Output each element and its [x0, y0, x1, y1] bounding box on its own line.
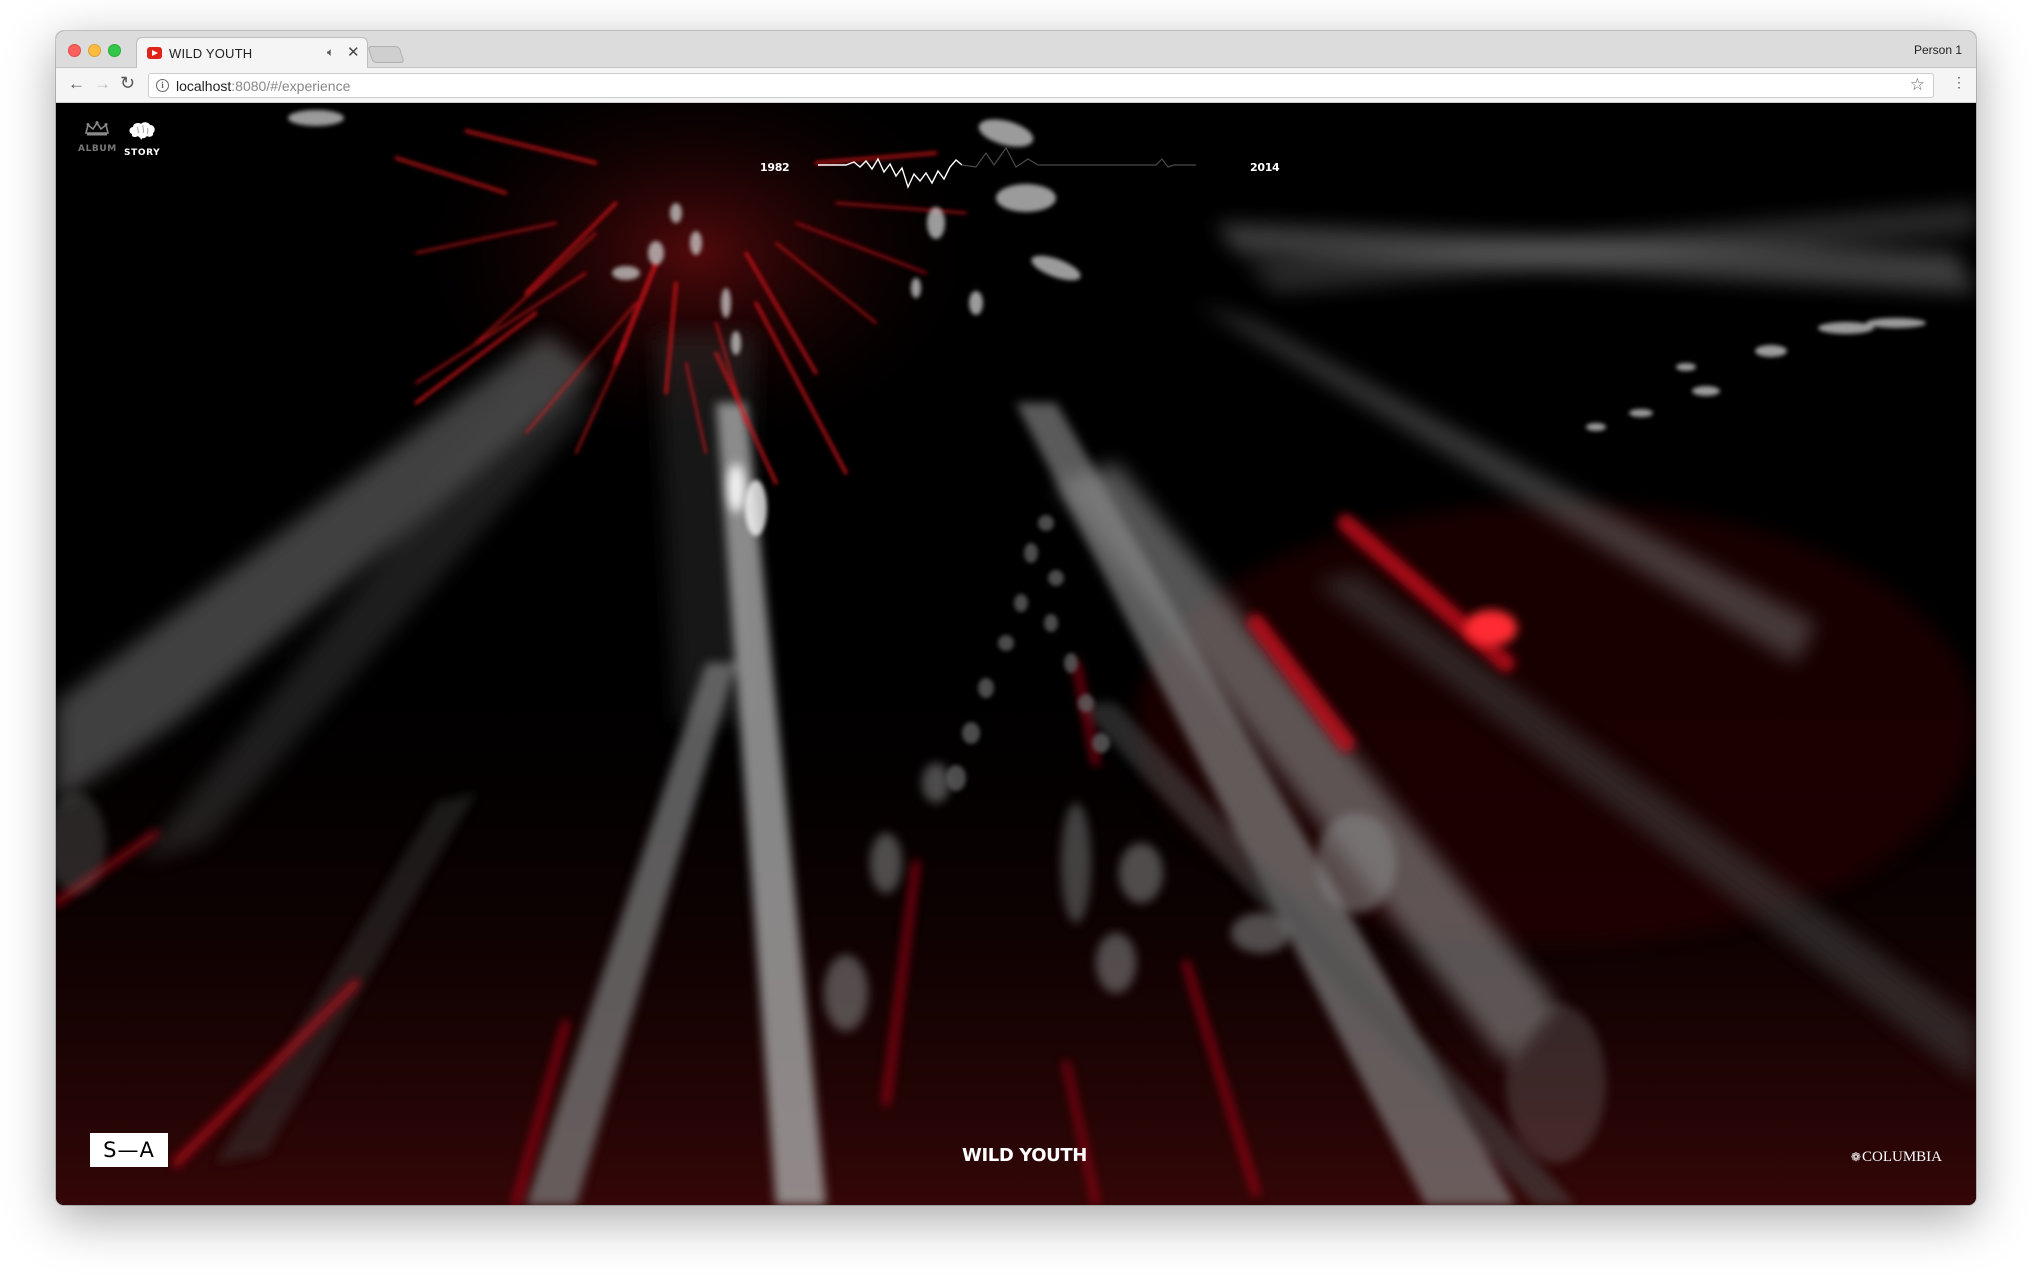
nav-story-label: STORY: [124, 148, 161, 158]
tab-strip: WILD YOUTH 🔈︎ ✕ Person 1: [56, 31, 1976, 69]
menu-dots-icon[interactable]: ⋮: [1952, 75, 1966, 89]
sa-logo[interactable]: S—A: [90, 1133, 168, 1167]
forward-arrow-icon[interactable]: →: [94, 74, 111, 94]
bookmark-star-icon[interactable]: ☆: [1910, 75, 1925, 95]
tab-title: WILD YOUTH: [169, 46, 253, 61]
brain-icon: [129, 122, 155, 140]
tab-wild-youth[interactable]: WILD YOUTH 🔈︎ ✕: [136, 37, 368, 69]
browser-toolbar: ← → ↻ i localhost:8080/#/experience ☆ ⋮: [56, 68, 1976, 103]
reload-icon[interactable]: ↻: [120, 73, 135, 94]
minimize-window-button[interactable]: [88, 44, 101, 57]
browser-window: WILD YOUTH 🔈︎ ✕ Person 1 ← → ↻ i localho…: [56, 31, 1976, 1205]
address-bar[interactable]: i localhost:8080/#/experience ☆: [148, 73, 1934, 98]
youtube-favicon-icon: [147, 47, 162, 59]
crown-icon: [85, 121, 110, 136]
close-tab-icon[interactable]: ✕: [347, 43, 360, 61]
columbia-logo[interactable]: ❁COLUMBIA: [1851, 1149, 1942, 1166]
close-window-button[interactable]: [68, 44, 81, 57]
nav-story[interactable]: STORY: [124, 121, 160, 158]
speaker-icon[interactable]: 🔈︎: [327, 45, 334, 60]
new-tab-button[interactable]: [367, 46, 405, 63]
profile-button[interactable]: Person 1: [1914, 43, 1962, 57]
columbia-logo-icon: ❁: [1850, 1150, 1861, 1164]
info-icon[interactable]: i: [156, 79, 169, 92]
timeline-end-year: 2014: [1250, 161, 1280, 174]
timeline-start-year: 1982: [760, 161, 790, 174]
back-arrow-icon[interactable]: ←: [68, 74, 85, 94]
light-stream-visualization: [56, 103, 1976, 1205]
columbia-logo-text: COLUMBIA: [1861, 1149, 1942, 1165]
url-text[interactable]: localhost:8080/#/experience: [176, 78, 350, 94]
song-title: WILD YOUTH: [962, 1145, 1087, 1166]
experience-canvas[interactable]: ALBUM STORY 1982 2014 S—A WILD YOUTH ❁CO…: [56, 103, 1976, 1205]
nav-album[interactable]: ALBUM: [78, 121, 117, 154]
nav-album-label: ALBUM: [78, 144, 117, 154]
timeline-waveform[interactable]: [816, 143, 1256, 203]
zoom-window-button[interactable]: [108, 44, 121, 57]
